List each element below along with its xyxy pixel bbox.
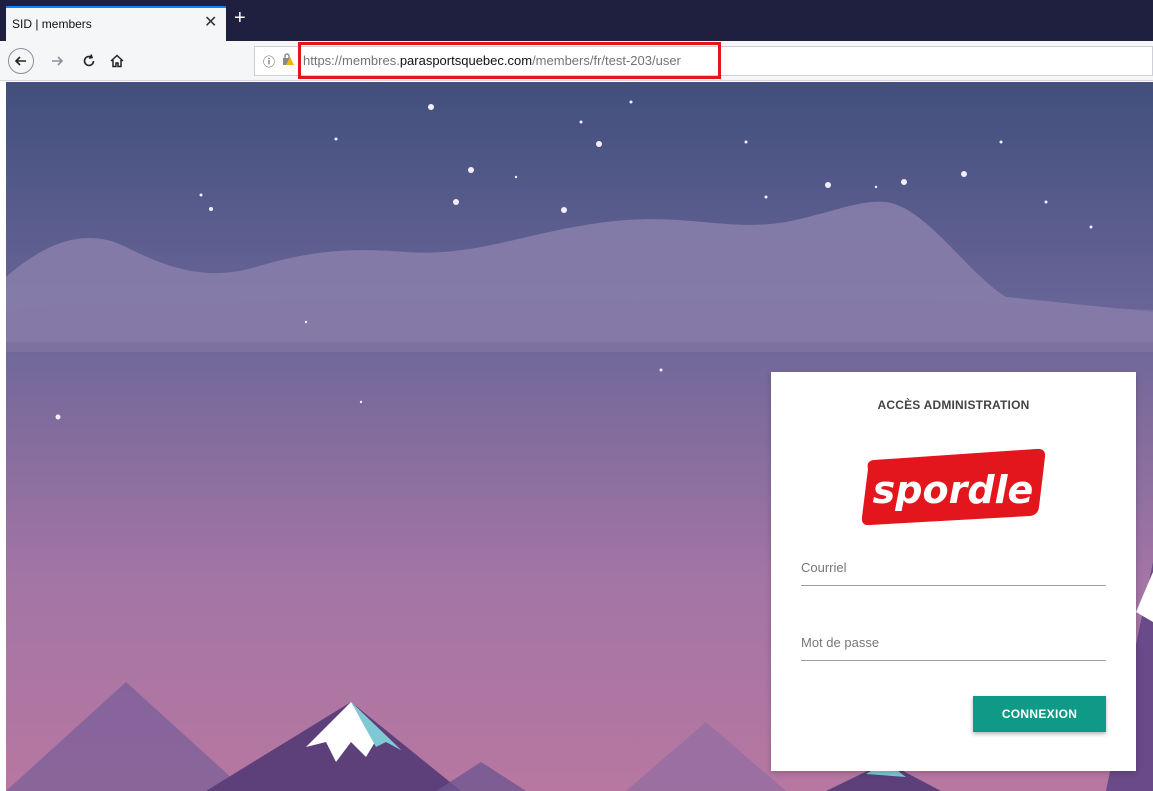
- login-page: ACCÈS ADMINISTRATION spordle CONNEXION: [6, 82, 1153, 791]
- new-tab-button[interactable]: +: [234, 8, 246, 28]
- email-input[interactable]: [801, 546, 1106, 575]
- svg-text:spordle: spordle: [873, 468, 1034, 512]
- tab-strip: SID | members ✕ +: [0, 0, 1153, 43]
- url-path: /members/fr/test-203/user: [532, 53, 681, 68]
- close-tab-icon[interactable]: ✕: [204, 14, 217, 32]
- insecure-lock-icon[interactable]: [281, 52, 295, 69]
- reload-button[interactable]: [76, 48, 102, 74]
- tab-members[interactable]: SID | members ✕: [6, 6, 226, 43]
- back-arrow-icon: [14, 56, 26, 66]
- navigation-toolbar: ⓘ https://membres.parasportsquebec.com/m…: [0, 41, 1153, 81]
- card-title: ACCÈS ADMINISTRATION: [877, 398, 1030, 412]
- reload-icon: [83, 54, 95, 67]
- email-field[interactable]: [801, 546, 1106, 586]
- forward-arrow-icon: [52, 56, 64, 66]
- connexion-button[interactable]: CONNEXION: [973, 696, 1106, 732]
- password-field[interactable]: [801, 621, 1106, 661]
- home-button[interactable]: [104, 48, 130, 74]
- forward-button[interactable]: [44, 48, 70, 74]
- password-input[interactable]: [801, 621, 1106, 650]
- tab-title: SID | members: [12, 17, 92, 31]
- info-icon[interactable]: ⓘ: [263, 53, 275, 70]
- address-bar[interactable]: ⓘ https://membres.parasportsquebec.com/m…: [254, 46, 1153, 76]
- home-icon: [110, 54, 124, 68]
- spordle-logo: spordle: [861, 448, 1046, 526]
- back-button[interactable]: [8, 48, 34, 74]
- login-card: ACCÈS ADMINISTRATION spordle CONNEXION: [771, 372, 1136, 771]
- url-text[interactable]: https://membres.parasportsquebec.com/mem…: [303, 53, 681, 68]
- url-domain: parasportsquebec.com: [399, 53, 533, 68]
- url-prefix: https://membres.: [303, 53, 400, 68]
